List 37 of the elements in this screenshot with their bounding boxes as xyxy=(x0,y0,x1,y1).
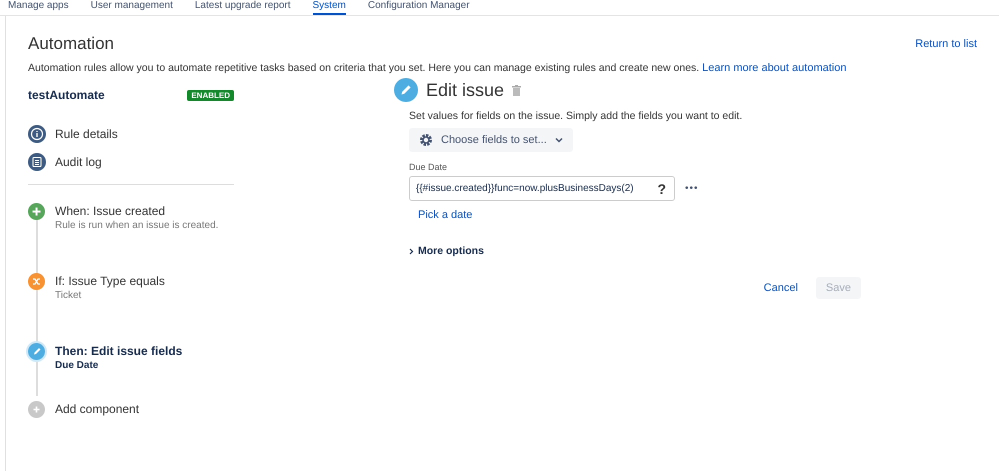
field-label: Due Date xyxy=(409,162,448,172)
pencil-icon xyxy=(394,78,418,102)
cancel-button[interactable]: Cancel xyxy=(758,281,804,295)
rule-component[interactable]: Add component xyxy=(28,401,234,418)
rule-name: testAutomate xyxy=(28,88,105,102)
nav-tab[interactable]: User management xyxy=(90,0,173,15)
menu-item[interactable]: Audit log xyxy=(28,148,234,176)
nav-tab[interactable]: Manage apps xyxy=(8,0,69,15)
learn-more-link[interactable]: Learn more about automation xyxy=(702,62,846,74)
nav-tab[interactable]: Configuration Manager xyxy=(368,0,470,15)
due-date-field[interactable]: {{#issue.created}}func=now.plusBusinessDays(2) ? xyxy=(409,176,675,201)
rule-component[interactable]: When: Issue created Rule is run when an issue is created. xyxy=(28,203,234,273)
pencil-icon xyxy=(28,343,45,360)
more-options-toggle[interactable]: More options xyxy=(409,245,874,257)
plus-circle-icon xyxy=(28,401,45,418)
chevron-right-icon xyxy=(409,248,414,254)
info-icon xyxy=(28,125,46,143)
gear-icon xyxy=(419,133,433,147)
page-description: Automation rules allow you to automate repetitive tasks based on criteria that you set. Here you can manage existing rules and create new ones. Learn more about automation xyxy=(28,62,848,74)
more-actions-button[interactable]: ••• xyxy=(685,183,699,194)
choose-fields-button[interactable]: Choose fields to set... xyxy=(409,128,573,152)
nav-tab[interactable]: Latest upgrade report xyxy=(194,0,290,15)
pick-date-link[interactable]: Pick a date xyxy=(418,209,472,221)
chevron-down-icon xyxy=(554,137,563,143)
editor-title: Edit issue xyxy=(426,80,504,100)
rule-component[interactable]: If: Issue Type equals Ticket xyxy=(28,273,234,343)
shuffle-icon xyxy=(28,273,45,290)
menu-item[interactable]: Rule details xyxy=(28,120,234,148)
trash-icon[interactable] xyxy=(512,84,522,96)
editor-description: Set values for fields on the issue. Simply add the fields you want to edit. xyxy=(409,110,744,122)
rule-component[interactable]: Then: Edit issue fields Due Date xyxy=(28,343,234,401)
list-icon xyxy=(28,153,46,171)
nav-tab[interactable]: System xyxy=(312,0,346,15)
return-link[interactable]: Return to list xyxy=(915,38,977,50)
status-badge: ENABLED xyxy=(187,90,234,100)
page-title: Automation xyxy=(28,34,114,54)
plus-circle-icon xyxy=(28,203,45,220)
